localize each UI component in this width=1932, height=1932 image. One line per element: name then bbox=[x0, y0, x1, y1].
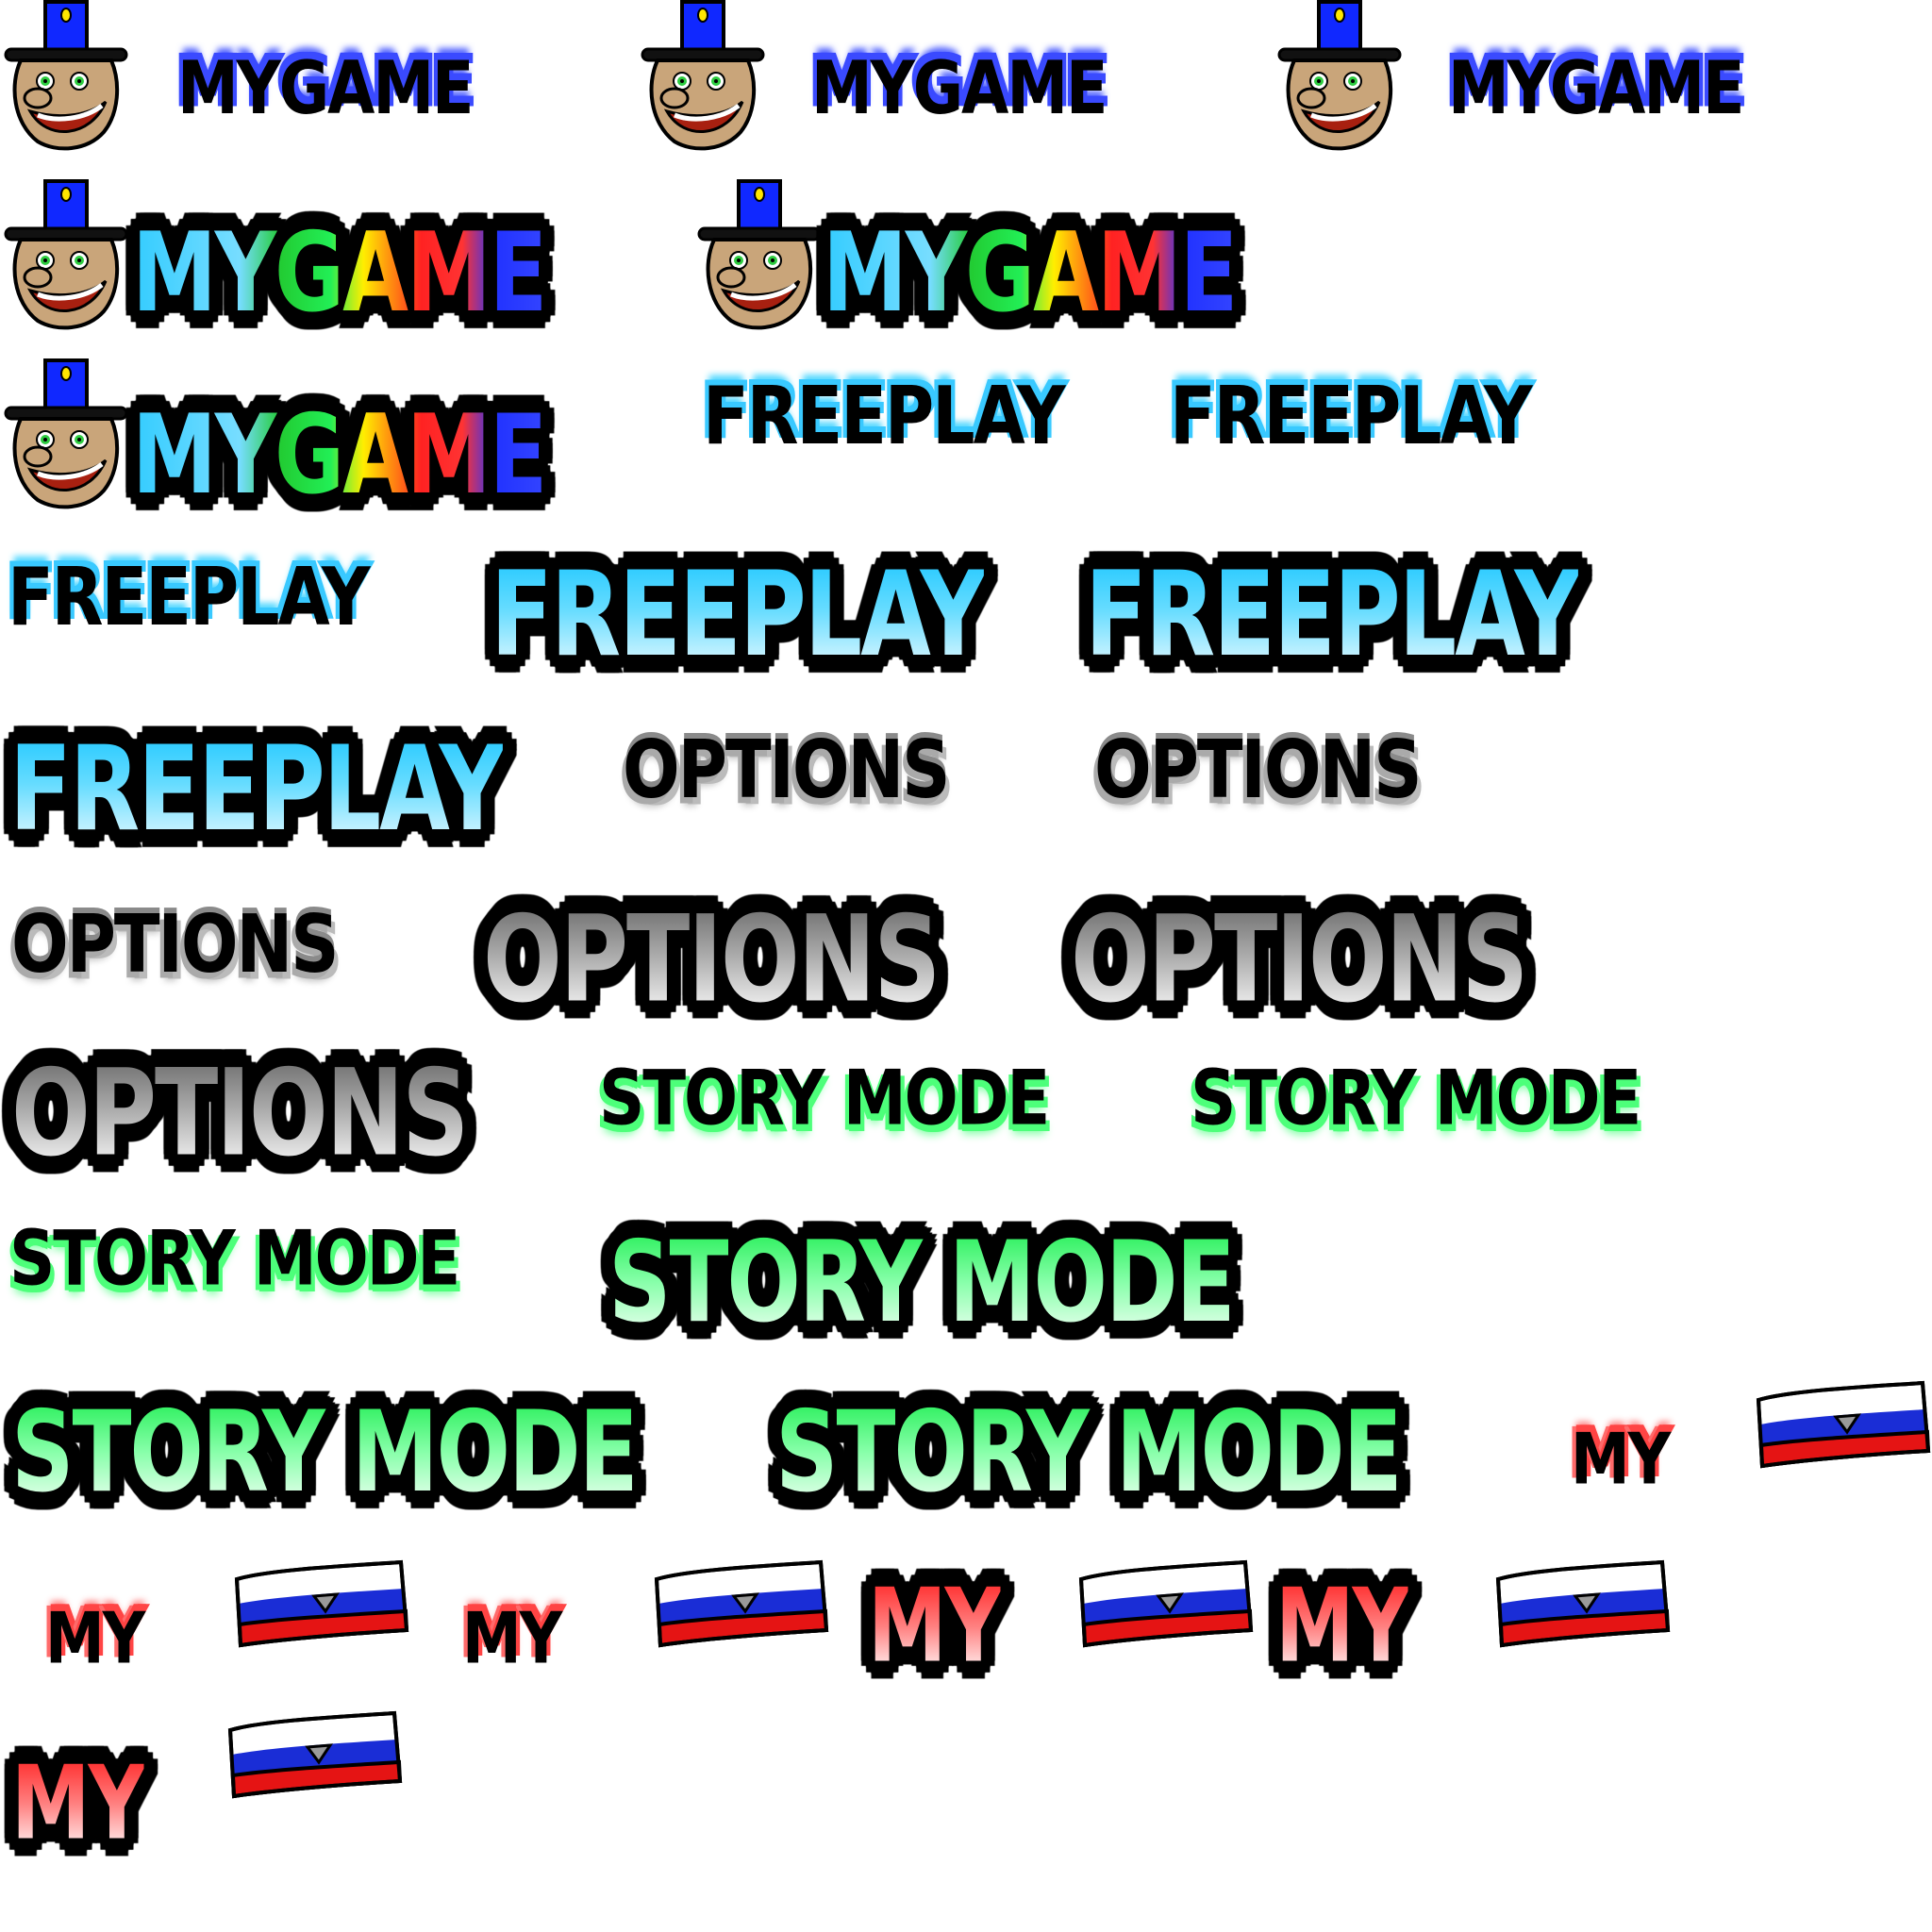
mygame-logo-selected: MYGAME bbox=[132, 391, 547, 520]
mascot-face-icon bbox=[0, 0, 132, 151]
mascot-face-icon bbox=[693, 179, 825, 330]
my-language-selected: MY bbox=[11, 1743, 145, 1863]
flag-icon bbox=[1492, 1558, 1672, 1649]
mygame-logo-idle: MYGAME bbox=[1448, 44, 1744, 131]
freeplay-button-selected: FREEPLAY bbox=[491, 546, 986, 683]
mascot-face-icon bbox=[0, 358, 132, 509]
mascot-face-icon bbox=[637, 0, 769, 151]
freeplay-button-idle: FREEPLAY bbox=[8, 551, 371, 645]
options-button-idle: OPTIONS bbox=[11, 898, 340, 992]
my-language-selected: MY bbox=[868, 1566, 1002, 1686]
storymode-button-idle: STORY MODE bbox=[1191, 1055, 1641, 1143]
options-button-idle: OPTIONS bbox=[623, 724, 951, 818]
freeplay-button-selected: FREEPLAY bbox=[1085, 546, 1580, 683]
flag-icon bbox=[225, 1709, 404, 1800]
flag-icon bbox=[651, 1558, 830, 1649]
freeplay-button-selected: FREEPLAY bbox=[9, 721, 505, 858]
my-language-selected: MY bbox=[1275, 1566, 1409, 1686]
storymode-button-selected: STORY MODE bbox=[11, 1386, 639, 1518]
my-language-idle: MY bbox=[1571, 1418, 1671, 1502]
my-language-idle: MY bbox=[462, 1597, 562, 1681]
options-button-idle: OPTIONS bbox=[1094, 724, 1423, 818]
freeplay-button-idle: FREEPLAY bbox=[1170, 370, 1533, 464]
flag-icon bbox=[231, 1558, 410, 1649]
mygame-logo-idle: MYGAME bbox=[177, 44, 474, 131]
storymode-button-idle: STORY MODE bbox=[599, 1055, 1050, 1143]
mascot-face-icon bbox=[1274, 0, 1406, 151]
flag-icon bbox=[1753, 1379, 1932, 1470]
mygame-logo-idle: MYGAME bbox=[811, 44, 1108, 131]
mascot-face-icon bbox=[0, 179, 132, 330]
my-language-idle: MY bbox=[45, 1597, 145, 1681]
options-button-selected: OPTIONS bbox=[1071, 891, 1528, 1030]
freeplay-button-idle: FREEPLAY bbox=[703, 370, 1066, 464]
options-button-selected: OPTIONS bbox=[483, 891, 941, 1030]
flag-icon bbox=[1075, 1558, 1255, 1649]
options-button-selected: OPTIONS bbox=[11, 1044, 469, 1184]
storymode-button-selected: STORY MODE bbox=[608, 1216, 1236, 1348]
storymode-button-selected: STORY MODE bbox=[775, 1386, 1403, 1518]
mygame-logo-selected: MYGAME bbox=[823, 209, 1238, 338]
storymode-button-idle: STORY MODE bbox=[9, 1215, 460, 1304]
mygame-logo-selected: MYGAME bbox=[132, 209, 547, 338]
